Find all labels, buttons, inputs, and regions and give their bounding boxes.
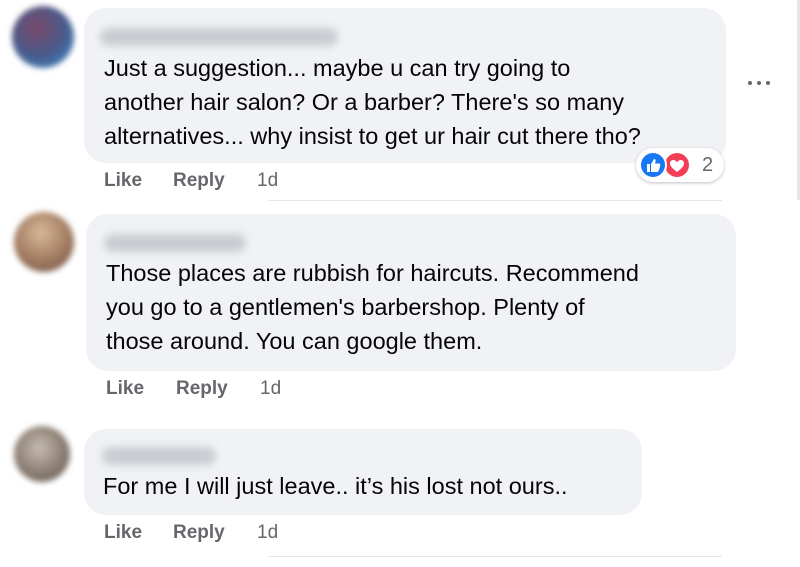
comment-text-line: Just a suggestion... maybe u can try goi… — [104, 55, 571, 81]
comment-bubble: For me I will just leave.. it’s his lost… — [84, 429, 642, 515]
like-button[interactable]: Like — [104, 170, 142, 192]
comment-actions: Like Reply 1d — [106, 378, 406, 402]
comment-timestamp[interactable]: 1d — [257, 170, 278, 192]
comment-author[interactable] — [100, 28, 338, 46]
comment-timestamp[interactable]: 1d — [260, 378, 281, 400]
reply-button[interactable]: Reply — [173, 170, 225, 192]
comment-actions: Like Reply 1d — [104, 522, 404, 546]
avatar[interactable] — [14, 212, 74, 272]
comment-text-line: For me I will just leave.. it’s his lost… — [103, 473, 568, 499]
comment-author[interactable] — [104, 234, 246, 252]
reaction-count: 2 — [702, 154, 714, 176]
more-options-icon[interactable] — [748, 76, 772, 90]
comment-text-line: alternatives... why insist to get ur hai… — [104, 123, 641, 149]
comment-actions: Like Reply 1d — [104, 170, 404, 194]
comment-timestamp[interactable]: 1d — [257, 522, 278, 544]
comment-text-line: you go to a gentlemen's barbershop. Plen… — [106, 294, 585, 320]
comment-bubble: Just a suggestion... maybe u can try goi… — [84, 8, 726, 163]
divider — [268, 200, 722, 201]
reply-button[interactable]: Reply — [173, 522, 225, 544]
like-button[interactable]: Like — [106, 378, 144, 400]
comment-text-line: Those places are rubbish for haircuts. R… — [106, 260, 639, 286]
divider — [268, 556, 722, 557]
reply-button[interactable]: Reply — [176, 378, 228, 400]
comment-bubble: Those places are rubbish for haircuts. R… — [86, 214, 736, 371]
avatar[interactable] — [14, 426, 70, 482]
comment-text-line: another hair salon? Or a barber? There's… — [104, 89, 625, 115]
reactions-summary[interactable]: 2 — [636, 148, 724, 182]
avatar[interactable] — [12, 6, 74, 68]
like-button[interactable]: Like — [104, 522, 142, 544]
like-reaction-icon — [639, 151, 667, 179]
comment-text-line: those around. You can google them. — [106, 328, 483, 354]
love-reaction-icon — [663, 151, 691, 179]
comment-author[interactable] — [102, 447, 216, 465]
